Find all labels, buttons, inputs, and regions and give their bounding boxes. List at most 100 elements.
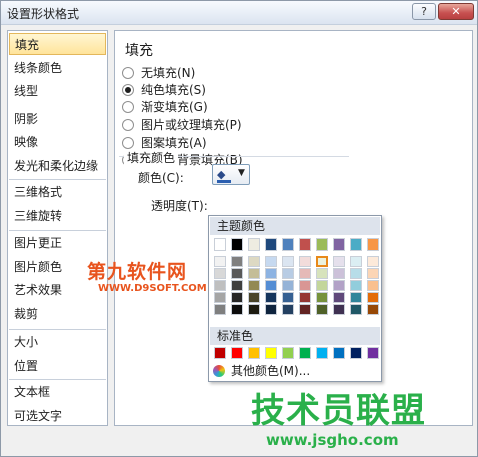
sidebar-item[interactable]: 文本框 — [9, 381, 106, 403]
theme-color-swatch[interactable] — [231, 304, 243, 315]
theme-color-swatch[interactable] — [282, 304, 294, 315]
theme-color-swatch[interactable] — [231, 292, 243, 303]
theme-color-swatch[interactable] — [333, 280, 345, 291]
standard-color-swatch[interactable] — [299, 347, 311, 359]
window-title: 设置形状格式 — [7, 7, 80, 21]
theme-color-swatch[interactable] — [214, 238, 226, 251]
fill-option[interactable]: 图片或纹理填充(P) — [122, 117, 242, 134]
theme-color-swatch[interactable] — [214, 280, 226, 291]
theme-color-swatch[interactable] — [282, 268, 294, 279]
theme-color-swatch[interactable] — [350, 292, 362, 303]
theme-color-swatch[interactable] — [367, 304, 379, 315]
sidebar-item[interactable]: 线型 — [9, 80, 106, 102]
sidebar-item[interactable]: 大小 — [9, 331, 106, 353]
theme-color-swatch[interactable] — [265, 238, 277, 251]
theme-color-swatch[interactable] — [248, 238, 260, 251]
standard-color-swatch[interactable] — [350, 347, 362, 359]
sidebar-item[interactable]: 可选文字 — [9, 405, 106, 427]
theme-color-swatch[interactable] — [367, 292, 379, 303]
standard-color-swatch[interactable] — [316, 347, 328, 359]
theme-color-swatch[interactable] — [333, 304, 345, 315]
theme-color-swatch[interactable] — [367, 268, 379, 279]
theme-color-swatch[interactable] — [248, 256, 260, 267]
theme-color-swatch[interactable] — [367, 256, 379, 267]
theme-color-swatch[interactable] — [299, 268, 311, 279]
theme-color-swatch[interactable] — [316, 268, 328, 279]
theme-color-swatch[interactable] — [282, 256, 294, 267]
theme-color-swatch[interactable] — [248, 280, 260, 291]
theme-color-swatch[interactable] — [316, 256, 328, 267]
theme-color-swatch[interactable] — [214, 256, 226, 267]
radio-unchecked-icon[interactable] — [122, 119, 134, 131]
standard-color-swatch[interactable] — [231, 347, 243, 359]
theme-color-swatch[interactable] — [231, 268, 243, 279]
theme-color-swatch[interactable] — [265, 256, 277, 267]
theme-color-swatch[interactable] — [316, 238, 328, 251]
theme-color-swatch[interactable] — [367, 280, 379, 291]
theme-color-swatch[interactable] — [265, 280, 277, 291]
standard-color-swatch[interactable] — [265, 347, 277, 359]
standard-color-swatch[interactable] — [214, 347, 226, 359]
theme-color-swatch[interactable] — [333, 256, 345, 267]
theme-color-swatch[interactable] — [316, 304, 328, 315]
theme-color-swatch[interactable] — [350, 304, 362, 315]
radio-unchecked-icon[interactable] — [122, 137, 134, 149]
theme-color-swatch[interactable] — [282, 238, 294, 251]
theme-color-swatch[interactable] — [299, 280, 311, 291]
fill-option[interactable]: 无填充(N) — [122, 65, 195, 82]
theme-color-swatch[interactable] — [316, 292, 328, 303]
theme-color-swatch[interactable] — [333, 292, 345, 303]
theme-color-swatch[interactable] — [248, 304, 260, 315]
sidebar-item[interactable]: 图片更正 — [9, 232, 106, 254]
theme-color-swatch[interactable] — [265, 268, 277, 279]
theme-color-swatch[interactable] — [265, 304, 277, 315]
sidebar-item[interactable]: 映像 — [9, 131, 106, 153]
theme-color-swatch[interactable] — [299, 304, 311, 315]
theme-color-swatch[interactable] — [350, 256, 362, 267]
standard-color-swatch[interactable] — [367, 347, 379, 359]
theme-color-swatch[interactable] — [299, 292, 311, 303]
standard-color-swatch[interactable] — [282, 347, 294, 359]
sidebar-item[interactable]: 三维格式 — [9, 181, 106, 203]
theme-color-swatch[interactable] — [367, 238, 379, 251]
standard-color-swatch[interactable] — [248, 347, 260, 359]
more-colors-label: 其他颜色(M)... — [231, 364, 311, 378]
theme-color-swatch[interactable] — [214, 268, 226, 279]
theme-color-swatch[interactable] — [350, 268, 362, 279]
radio-checked-icon[interactable] — [122, 84, 134, 96]
theme-color-swatch[interactable] — [282, 280, 294, 291]
theme-color-swatch[interactable] — [299, 238, 311, 251]
theme-color-swatch[interactable] — [231, 280, 243, 291]
sidebar-item[interactable]: 三维旋转 — [9, 205, 106, 227]
close-button[interactable]: ✕ — [438, 3, 474, 20]
theme-color-swatch[interactable] — [214, 292, 226, 303]
theme-color-swatch[interactable] — [282, 292, 294, 303]
radio-unchecked-icon[interactable] — [122, 101, 134, 113]
sidebar-item[interactable]: 线条颜色 — [9, 57, 106, 79]
standard-color-swatch[interactable] — [333, 347, 345, 359]
theme-color-swatch[interactable] — [299, 256, 311, 267]
theme-color-swatch[interactable] — [231, 256, 243, 267]
theme-color-swatch[interactable] — [214, 304, 226, 315]
theme-color-swatch[interactable] — [333, 268, 345, 279]
theme-color-swatch[interactable] — [316, 280, 328, 291]
theme-color-swatch[interactable] — [350, 238, 362, 251]
fill-option[interactable]: 渐变填充(G) — [122, 99, 208, 116]
fill-color-button[interactable]: ◆ ▼ — [212, 164, 250, 185]
sidebar-item[interactable]: 位置 — [9, 355, 106, 377]
theme-color-swatch[interactable] — [350, 280, 362, 291]
radio-unchecked-icon[interactable] — [122, 67, 134, 79]
sidebar-item[interactable]: 阴影 — [9, 108, 106, 130]
fill-option[interactable]: 纯色填充(S) — [122, 82, 206, 99]
sidebar-item[interactable]: 发光和柔化边缘 — [9, 155, 106, 177]
sidebar-item[interactable]: 填充 — [9, 33, 106, 55]
theme-color-swatch[interactable] — [333, 238, 345, 251]
theme-color-swatch[interactable] — [231, 238, 243, 251]
more-colors-item[interactable]: 其他颜色(M)... — [213, 363, 310, 380]
theme-color-swatch[interactable] — [248, 292, 260, 303]
help-button[interactable]: ? — [412, 3, 436, 20]
theme-color-swatch[interactable] — [248, 268, 260, 279]
theme-color-swatch[interactable] — [265, 292, 277, 303]
sidebar-item[interactable]: 裁剪 — [9, 303, 106, 325]
fill-color-group-label: 填充颜色 — [124, 149, 179, 166]
